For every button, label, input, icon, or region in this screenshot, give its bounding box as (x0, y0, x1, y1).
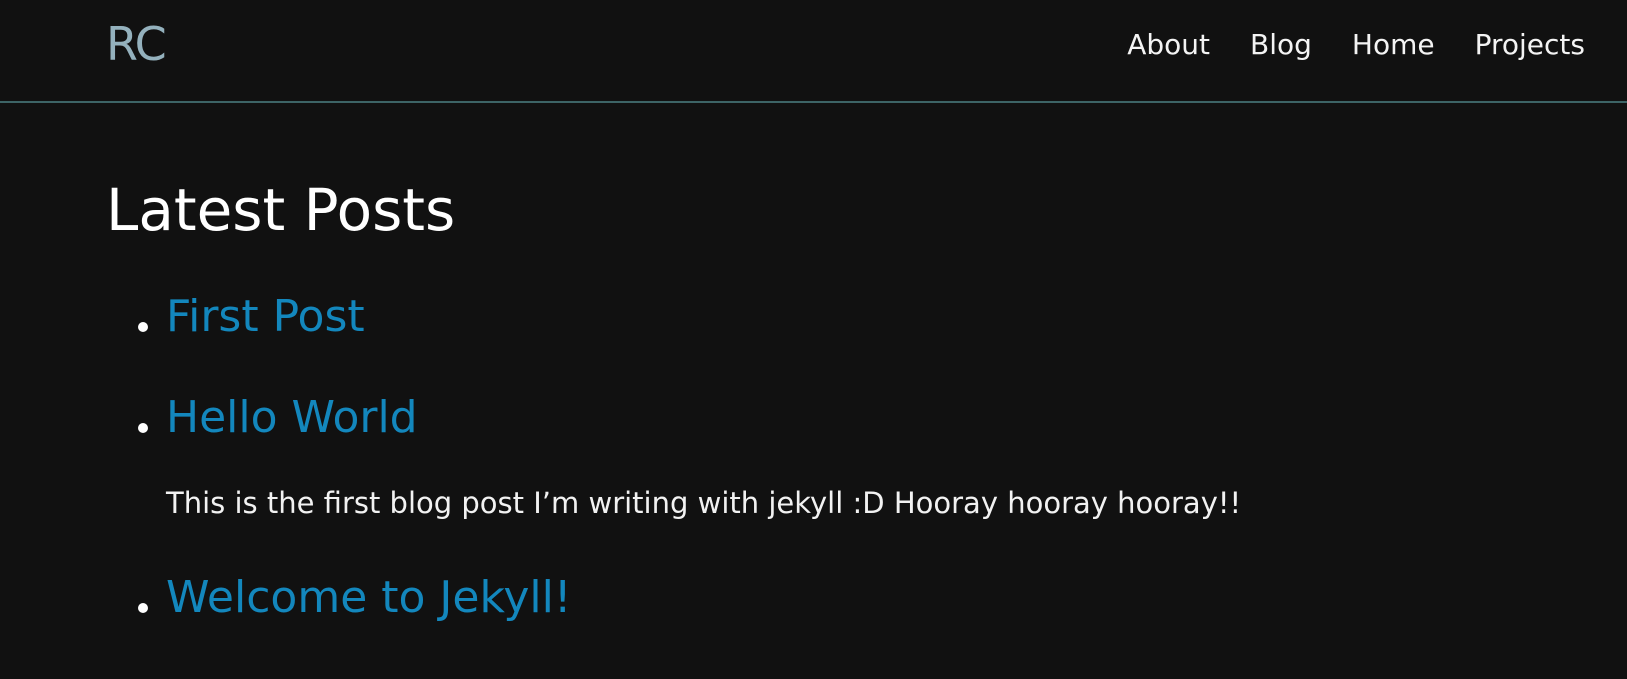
bullet-icon (138, 603, 148, 613)
page-title: Latest Posts (106, 176, 456, 244)
bullet-icon (138, 322, 148, 332)
nav-link-home[interactable]: Home (1352, 24, 1435, 66)
post-link-hello-world[interactable]: Hello World (166, 390, 418, 446)
post-link-welcome-to-jekyll[interactable]: Welcome to Jekyll! (166, 570, 572, 626)
nav-link-about[interactable]: About (1127, 24, 1210, 66)
main-nav: About Blog Home Projects (1127, 24, 1585, 66)
site-logo[interactable]: RC (106, 14, 167, 74)
post-link-first-post[interactable]: First Post (166, 289, 365, 345)
bullet-icon (138, 423, 148, 433)
post-excerpt: This is the first blog post I’m writing … (166, 486, 1242, 520)
site-header: RC About Blog Home Projects (0, 0, 1627, 103)
nav-link-projects[interactable]: Projects (1475, 24, 1585, 66)
nav-link-blog[interactable]: Blog (1250, 24, 1312, 66)
